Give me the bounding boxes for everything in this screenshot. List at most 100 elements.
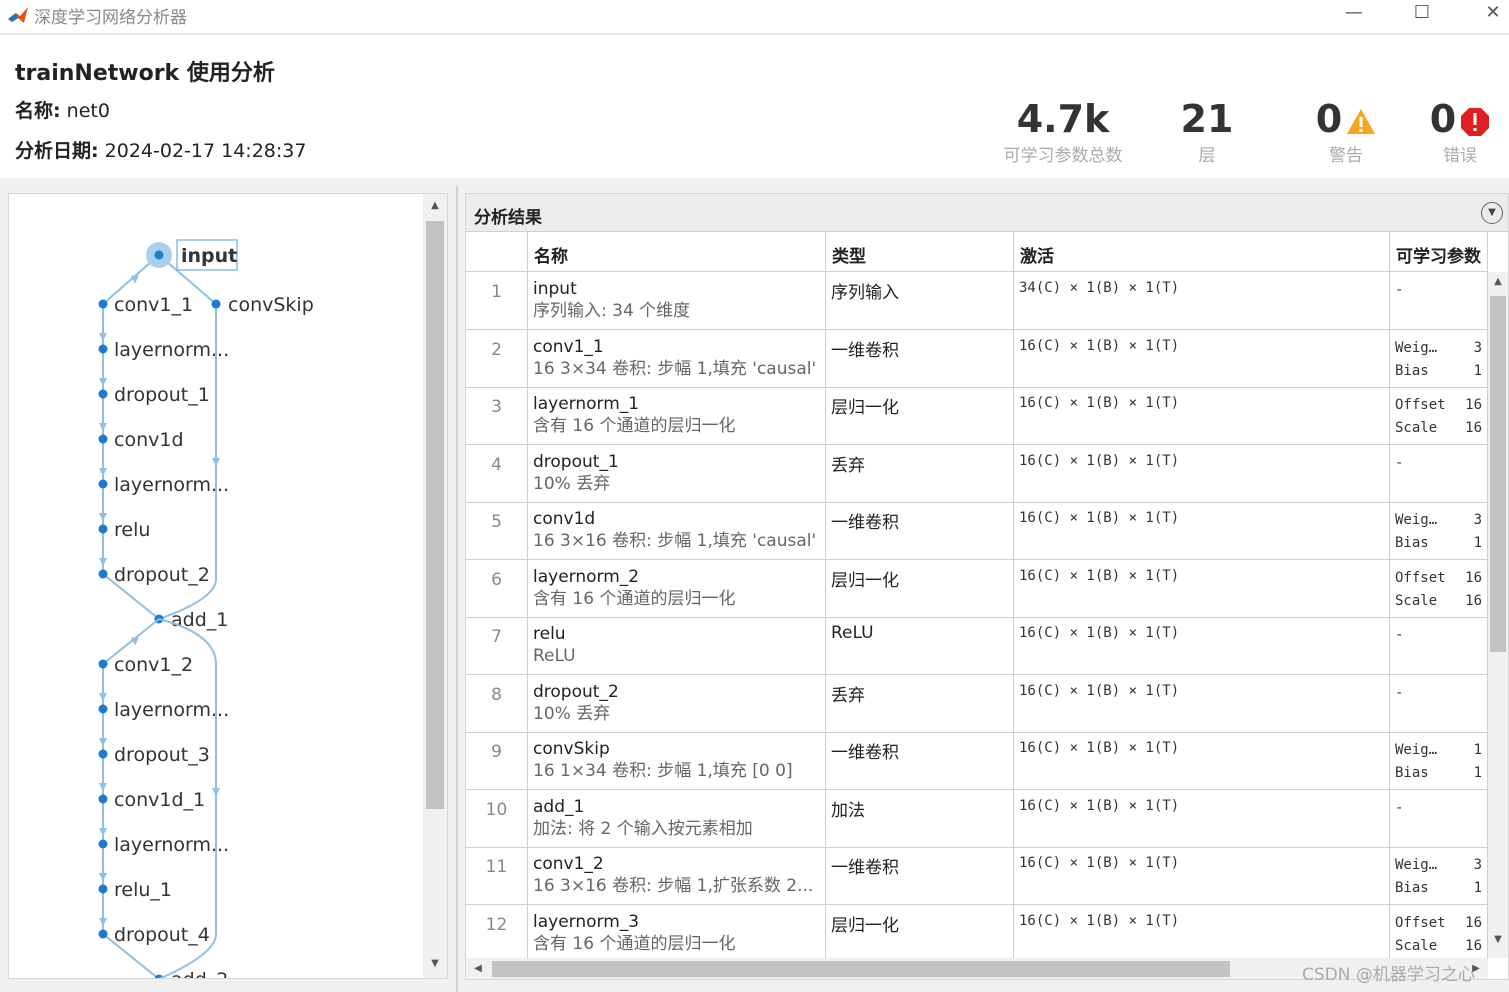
node-label[interactable]: conv1d	[114, 429, 184, 451]
table-row[interactable]: 10 add_1 加法: 将 2 个输入按元素相加 加法 16(C) × 1(B) × …	[466, 789, 1488, 848]
param-size: 1	[1473, 765, 1482, 781]
network-graph-panel[interactable]: conv1_1 layernorm... dropout_1 conv1d layern…	[8, 193, 448, 979]
layer-learnables: Weig… 3 Bias 1	[1390, 502, 1488, 560]
column-header-activations[interactable]: 激活	[1014, 232, 1390, 272]
node-label[interactable]: conv1_2	[114, 654, 193, 676]
graph-node[interactable]	[98, 569, 108, 579]
table-row[interactable]: 5 conv1d 16 3×16 卷积: 步幅 1,填充 'causal' 一维卷积 1…	[466, 502, 1488, 560]
table-vscroll-thumb[interactable]	[1490, 296, 1506, 652]
layer-name: conv1_2	[533, 854, 604, 874]
learnable-param: Scale 16	[1395, 590, 1487, 613]
table-vertical-scrollbar[interactable]: ▲ ▼	[1488, 272, 1508, 958]
param-size: 16	[1465, 420, 1482, 436]
param-name: Scale	[1395, 420, 1438, 436]
node-label[interactable]: relu	[114, 519, 150, 541]
column-header-type[interactable]: 类型	[826, 232, 1014, 272]
minimize-button[interactable]: —	[1331, 0, 1377, 28]
layer-name: add_1	[533, 796, 585, 817]
graph-node[interactable]	[98, 479, 108, 489]
learnable-param: Offset 16	[1395, 912, 1487, 935]
table-row[interactable]: 8 dropout_2 10% 丢弃 丢弃 16(C) × 1(B) × 1(T) -	[466, 674, 1488, 733]
node-label[interactable]: add_1	[171, 609, 228, 631]
table-row[interactable]: 7 relu ReLU ReLU 16(C) × 1(B) × 1(T) -	[466, 617, 1488, 675]
graph-node[interactable]	[98, 344, 108, 354]
node-label[interactable]: layernorm...	[114, 834, 229, 856]
graph-node[interactable]	[98, 704, 108, 714]
table-row[interactable]: 1 input 序列输入: 34 个维度 序列输入 34(C) × 1(B) × 1(T…	[466, 272, 1488, 330]
row-index: 2	[466, 329, 528, 388]
table-row[interactable]: 11 conv1_2 16 3×16 卷积: 步幅 1,扩张系数 2... 一维卷积 1…	[466, 847, 1488, 905]
layer-description: 10% 丢弃	[533, 473, 611, 494]
edge-arrow	[99, 558, 107, 566]
graph-scroll-thumb[interactable]	[426, 221, 444, 809]
table-scroll-down-arrow[interactable]: ▼	[1490, 934, 1506, 945]
column-header-index[interactable]	[466, 232, 528, 272]
layer-activations: 16(C) × 1(B) × 1(T)	[1014, 444, 1390, 503]
node-label[interactable]: dropout_3	[114, 744, 210, 766]
layer-learnables: -	[1390, 272, 1488, 330]
column-header-name[interactable]: 名称	[528, 232, 826, 272]
edge-arrow	[99, 828, 107, 836]
collapse-button[interactable]: ▼	[1481, 202, 1503, 224]
edge-arrow	[99, 513, 107, 521]
node-label[interactable]: layernorm...	[114, 474, 229, 496]
warnings-count: 0	[1315, 97, 1343, 141]
scroll-down-arrow[interactable]: ▼	[427, 958, 443, 969]
row-index: 1	[466, 272, 528, 330]
graph-node[interactable]	[98, 884, 108, 894]
graph-node[interactable]	[98, 434, 108, 444]
graph-node[interactable]	[98, 299, 108, 309]
param-name: -	[1395, 627, 1404, 643]
table-row[interactable]: 6 layernorm_2 含有 16 个通道的层归一化 层归一化 16(C) × 1(…	[466, 559, 1488, 618]
table-scroll-left-arrow[interactable]: ◀	[470, 963, 486, 974]
node-label[interactable]: dropout_4	[114, 924, 210, 946]
param-name: Weig…	[1395, 857, 1438, 873]
maximize-button[interactable]: ☐	[1399, 0, 1445, 28]
learnable-param: -	[1395, 797, 1487, 820]
graph-node[interactable]	[98, 929, 108, 939]
graph-node[interactable]	[98, 749, 108, 759]
graph-node[interactable]	[98, 659, 108, 669]
param-name: -	[1395, 282, 1404, 298]
stat-learnable-params: 4.7k 可学习参数总数	[996, 99, 1130, 166]
node-label[interactable]: layernorm...	[114, 699, 229, 721]
node-label[interactable]: convSkip	[228, 294, 314, 316]
layer-activations: 16(C) × 1(B) × 1(T)	[1014, 904, 1390, 963]
learnable-param: Scale 16	[1395, 935, 1487, 958]
graph-node[interactable]	[98, 389, 108, 399]
table-row[interactable]: 2 conv1_1 16 3×34 卷积: 步幅 1,填充 'causal' 一维卷积…	[466, 329, 1488, 388]
close-button[interactable]: ✕	[1470, 0, 1509, 28]
network-graph[interactable]: conv1_1 layernorm... dropout_1 conv1d layern…	[9, 194, 423, 979]
graph-node[interactable]	[98, 524, 108, 534]
table-row[interactable]: 4 dropout_1 10% 丢弃 丢弃 16(C) × 1(B) × 1(T) -	[466, 444, 1488, 503]
table-hscroll-thumb[interactable]	[492, 961, 1230, 977]
panel-splitter[interactable]	[456, 186, 458, 992]
stat-warnings[interactable]: 0 警告	[1308, 99, 1384, 166]
layer-type: 丢弃	[826, 444, 1014, 503]
node-label[interactable]: conv1d_1	[114, 789, 205, 811]
node-label[interactable]: input	[181, 245, 237, 267]
layer-name-cell: layernorm_2 含有 16 个通道的层归一化	[528, 559, 826, 618]
graph-scrollbar[interactable]: ▲ ▼	[423, 194, 447, 978]
node-label[interactable]: add_2	[171, 969, 228, 979]
table-scroll-up-arrow[interactable]: ▲	[1490, 276, 1506, 287]
layer-learnables: Weig… 3 Bias 1	[1390, 329, 1488, 388]
node-label[interactable]: dropout_1	[114, 384, 210, 406]
date-value: 2024-02-17 14:28:37	[104, 140, 307, 162]
node-label[interactable]: layernorm...	[114, 339, 229, 361]
stat-errors[interactable]: 0 错误	[1422, 99, 1498, 166]
graph-node[interactable]	[98, 839, 108, 849]
column-header-learnables[interactable]: 可学习参数	[1390, 232, 1488, 272]
node-label[interactable]: conv1_1	[114, 294, 193, 316]
table-row[interactable]: 12 layernorm_3 含有 16 个通道的层归一化 层归一化 16(C) × 1…	[466, 904, 1488, 963]
scroll-up-arrow[interactable]: ▲	[427, 200, 443, 211]
row-index: 4	[466, 444, 528, 503]
node-label[interactable]: dropout_2	[114, 564, 210, 586]
graph-node[interactable]	[98, 794, 108, 804]
graph-node[interactable]	[211, 299, 221, 309]
table-row[interactable]: 3 layernorm_1 含有 16 个通道的层归一化 层归一化 16(C) × 1(…	[466, 387, 1488, 445]
graph-node[interactable]	[154, 250, 164, 260]
node-label[interactable]: relu_1	[114, 879, 172, 901]
layer-type: ReLU	[826, 617, 1014, 675]
table-row[interactable]: 9 convSkip 16 1×34 卷积: 步幅 1,填充 [0 0] 一维卷积 16…	[466, 732, 1488, 790]
